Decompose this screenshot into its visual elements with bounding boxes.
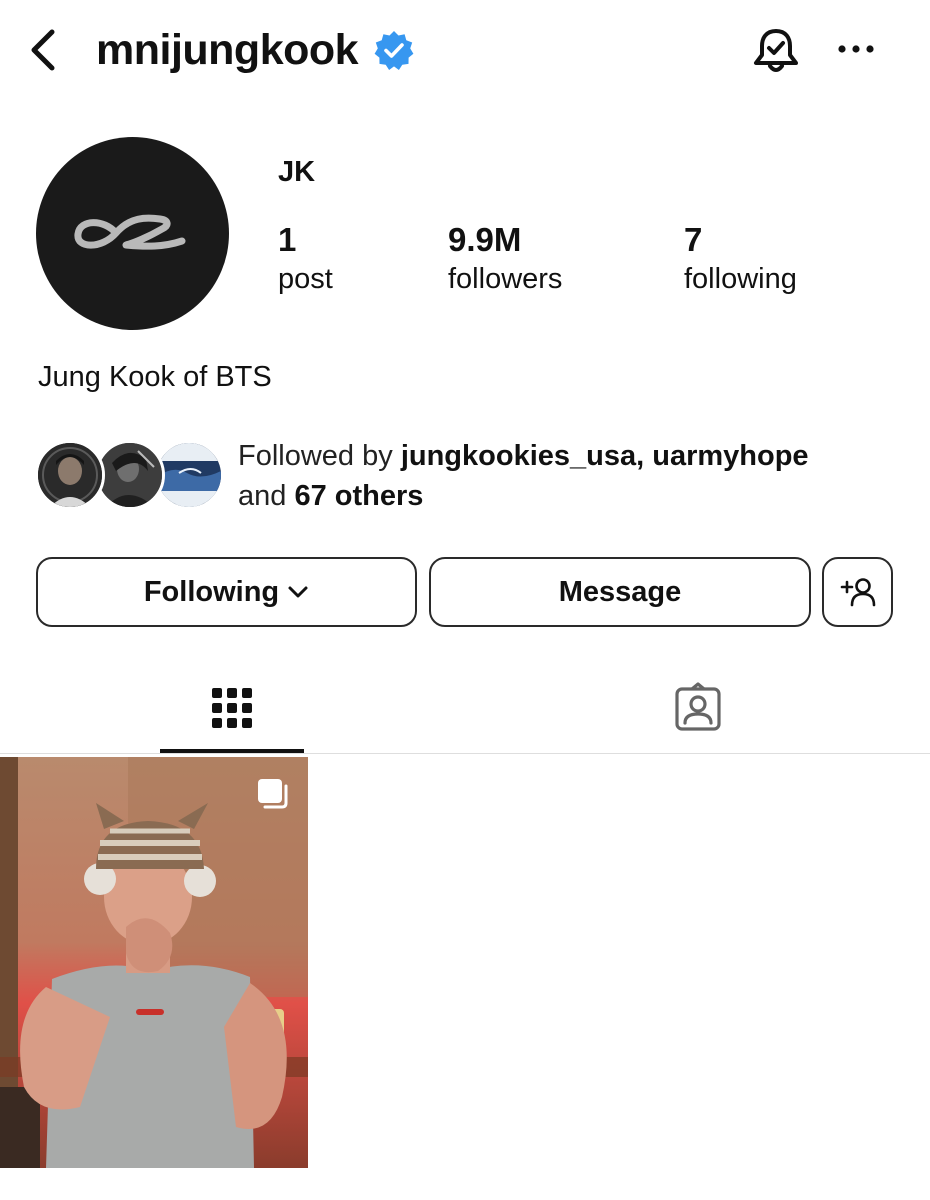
- chevron-left-icon: [31, 29, 55, 71]
- verified-badge-icon: [374, 30, 414, 70]
- add-user-button[interactable]: [822, 557, 893, 627]
- bell-check-icon: [754, 29, 798, 72]
- message-button[interactable]: Message: [429, 557, 811, 627]
- profile-bio: Jung Kook of BTS: [38, 361, 272, 393]
- tagged-person-icon: [675, 682, 721, 731]
- profile-avatar[interactable]: [36, 137, 229, 330]
- grid-icon: [212, 688, 252, 728]
- followed-by-others[interactable]: 67 others: [294, 480, 423, 512]
- followed-by-names[interactable]: jungkookies_usa, uarmyhope: [401, 440, 809, 472]
- add-user-icon: [840, 578, 875, 607]
- profile-username: mnijungkook: [96, 26, 359, 74]
- followed-by-conjunction: and: [238, 480, 295, 512]
- followers-label: followers: [448, 263, 563, 295]
- more-options-button[interactable]: [834, 34, 878, 64]
- posts-count: 1: [278, 221, 297, 258]
- profile-display-name: JK: [278, 156, 316, 188]
- followed-by-prefix: Followed by: [238, 440, 401, 472]
- following-count: 7: [684, 221, 703, 258]
- following-label: following: [684, 263, 797, 295]
- posts-stat[interactable]: 1 post: [278, 220, 333, 298]
- mutual-follower-avatar[interactable]: [35, 440, 105, 510]
- post-thumbnail[interactable]: [0, 757, 308, 1168]
- tab-tagged[interactable]: [626, 662, 770, 754]
- chevron-down-icon: [288, 586, 308, 598]
- notifications-button[interactable]: [748, 22, 804, 78]
- back-button[interactable]: [22, 26, 66, 74]
- tabs-divider: [0, 753, 930, 754]
- more-horizontal-icon: [838, 45, 874, 53]
- following-button[interactable]: Following: [36, 557, 417, 627]
- followed-by-text[interactable]: Followed by jungkookies_usa, uarmyhope a…: [238, 436, 918, 516]
- post-photo: [0, 757, 308, 1168]
- following-button-label: Following: [143, 575, 280, 608]
- carousel-icon: [258, 779, 288, 809]
- posts-label: post: [278, 263, 333, 295]
- logo-icon: [74, 214, 186, 250]
- mutual-follower-avatar[interactable]: [95, 440, 165, 510]
- followers-count: 9.9M: [448, 221, 522, 258]
- message-button-label: Message: [558, 575, 682, 608]
- following-stat[interactable]: 7 following: [684, 220, 797, 298]
- followers-stat[interactable]: 9.9M followers: [448, 220, 562, 298]
- tab-posts-grid[interactable]: [160, 662, 304, 754]
